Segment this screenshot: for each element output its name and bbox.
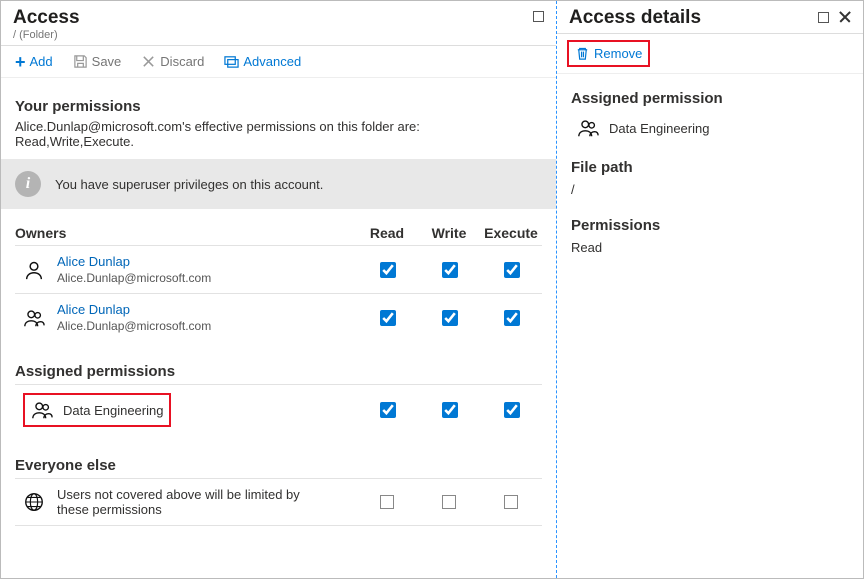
discard-button[interactable]: Discard [137,52,208,71]
assigned-permission-heading: Assigned permission [571,90,849,107]
owner-write-checkbox[interactable] [442,310,458,326]
add-button[interactable]: + Add [11,52,57,71]
group-icon [31,399,53,421]
details-toolbar: Remove [557,34,863,74]
access-panel: Access / (Folder) + Add Save Discard [1,1,557,578]
info-text: You have superuser privileges on this ac… [55,177,323,192]
everyone-read-checkbox[interactable] [380,495,394,509]
your-permissions-description: Alice.Dunlap@microsoft.com's effective p… [15,119,542,149]
details-header: Access details [557,1,863,34]
save-button[interactable]: Save [69,52,126,71]
assigned-read-checkbox[interactable] [380,402,396,418]
advanced-icon [224,54,239,69]
assigned-permission-row: Data Engineering [571,113,849,155]
add-label: Add [30,54,53,69]
trash-icon [575,46,590,61]
assigned-group-name: Data Engineering [609,121,709,136]
assigned-highlight: Data Engineering [23,393,171,427]
assigned-permissions-heading: Assigned permissions [15,363,542,380]
owner-read-checkbox[interactable] [380,262,396,278]
discard-icon [141,54,156,69]
maximize-icon[interactable] [533,11,544,22]
advanced-label: Advanced [243,54,301,69]
assigned-execute-checkbox[interactable] [504,402,520,418]
group-icon [23,307,45,329]
assigned-write-checkbox[interactable] [442,402,458,418]
access-panel-header: Access / (Folder) [1,1,556,46]
user-icon [23,259,45,281]
owner-name[interactable]: Alice Dunlap [57,254,211,269]
remove-highlight: Remove [567,40,650,67]
permissions-heading: Permissions [571,217,849,234]
close-icon[interactable] [839,11,851,23]
plus-icon: + [15,55,26,69]
owner-row: Alice Dunlap Alice.Dunlap@microsoft.com [15,293,542,341]
group-icon [577,117,599,139]
your-permissions-heading: Your permissions [15,98,542,115]
everyone-row: Users not covered above will be limited … [15,478,542,526]
permissions-value: Read [571,240,849,255]
file-path-heading: File path [571,159,849,176]
owner-execute-checkbox[interactable] [504,310,520,326]
file-path-value: / [571,182,849,197]
everyone-text: Users not covered above will be limited … [57,487,317,517]
assigned-name: Data Engineering [63,403,163,418]
remove-label: Remove [594,46,642,61]
remove-button[interactable]: Remove [575,46,642,61]
owner-execute-checkbox[interactable] [504,262,520,278]
details-title: Access details [569,7,701,29]
access-details-panel: Access details Remove Assigned permissio… [557,1,863,578]
everyone-execute-checkbox[interactable] [504,495,518,509]
access-toolbar: + Add Save Discard Advanced [1,46,556,78]
col-read: Read [356,225,418,241]
advanced-button[interactable]: Advanced [220,52,305,71]
save-icon [73,54,88,69]
globe-icon [23,491,45,513]
owner-write-checkbox[interactable] [442,262,458,278]
owner-row: Alice Dunlap Alice.Dunlap@microsoft.com [15,245,542,293]
everyone-else-heading: Everyone else [15,457,542,474]
owner-name[interactable]: Alice Dunlap [57,302,211,317]
everyone-write-checkbox[interactable] [442,495,456,509]
save-label: Save [92,54,122,69]
access-title: Access [13,7,80,29]
owner-email: Alice.Dunlap@microsoft.com [57,271,211,285]
col-write: Write [418,225,480,241]
discard-label: Discard [160,54,204,69]
col-execute: Execute [480,225,542,241]
assigned-row[interactable]: Data Engineering [15,384,542,435]
col-owners: Owners [15,225,356,241]
owner-email: Alice.Dunlap@microsoft.com [57,319,211,333]
info-icon: i [15,171,41,197]
info-bar: i You have superuser privileges on this … [1,159,556,209]
maximize-icon[interactable] [818,12,829,23]
owner-read-checkbox[interactable] [380,310,396,326]
owners-grid-header: Owners Read Write Execute [15,223,542,245]
access-subtitle: / (Folder) [13,29,80,41]
